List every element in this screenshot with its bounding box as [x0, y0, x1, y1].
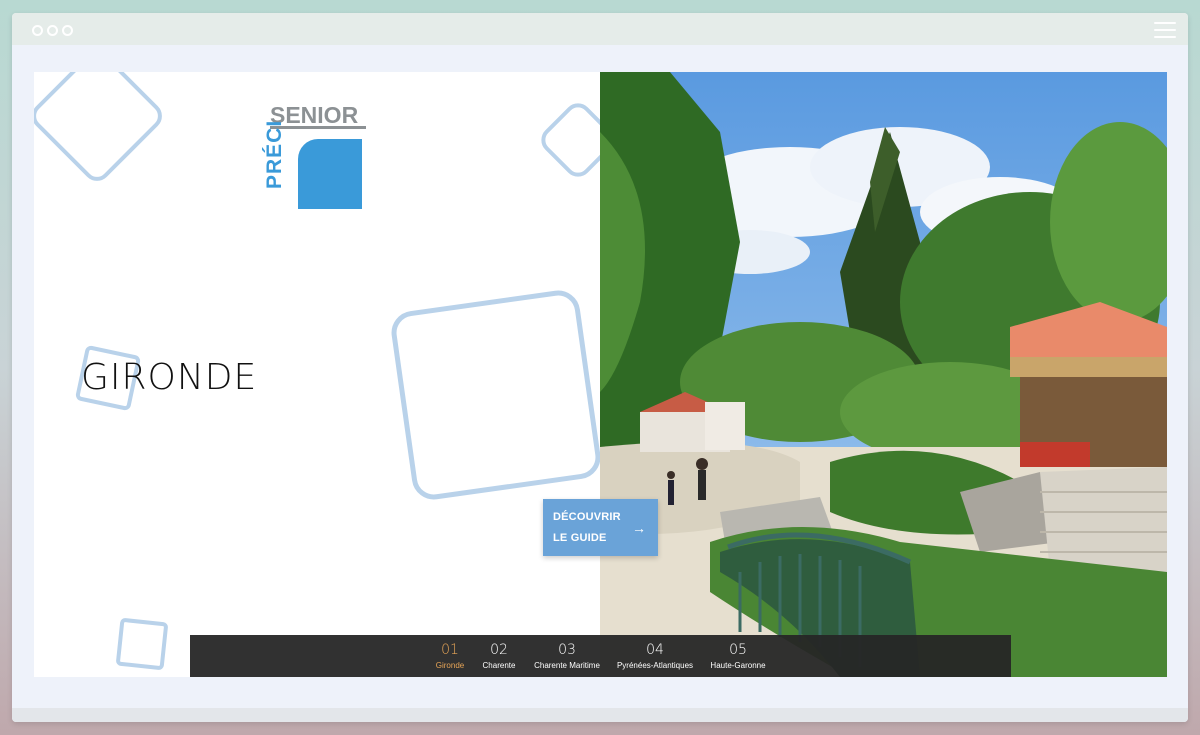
left-panel: SENIOR PRÉCI GIRONDE — [34, 72, 601, 677]
region-title: GIRONDE — [81, 357, 258, 398]
browser-toolbar — [12, 13, 1188, 45]
tab-number: 01 — [441, 642, 459, 658]
tab-number: 03 — [558, 642, 576, 658]
decorative-square — [535, 97, 601, 183]
cta-label-line1: DÉCOUVRIR — [553, 511, 621, 523]
tab-number: 04 — [646, 642, 664, 658]
decorative-square — [115, 617, 169, 671]
decorative-square — [388, 287, 601, 503]
tab-label: Pyrénées-Atlantiques — [616, 661, 694, 670]
tab-label: Charente — [482, 661, 516, 670]
tab-haute-garonne[interactable]: 05 Haute-Garonne — [708, 635, 768, 677]
browser-window: SENIOR PRÉCI GIRONDE DÉCOUVRIR LE GUIDE … — [12, 13, 1188, 722]
window-dot-icon[interactable] — [47, 25, 58, 36]
tab-charente-maritime[interactable]: 03 Charente Maritime — [532, 635, 602, 677]
page-content: SENIOR PRÉCI GIRONDE DÉCOUVRIR LE GUIDE … — [34, 72, 1167, 677]
tab-pyrenees-atlantiques[interactable]: 04 Pyrénées-Atlantiques — [616, 635, 694, 677]
region-tabs: 01 Gironde 02 Charente 03 Charente Marit… — [190, 635, 1011, 677]
tab-charente[interactable]: 02 Charente — [477, 635, 521, 677]
window-dot-icon[interactable] — [62, 25, 73, 36]
cta-label-line2: LE GUIDE — [553, 532, 607, 544]
tab-label: Haute-Garonne — [710, 661, 766, 670]
logo-text-preci: PRÉCI — [263, 119, 286, 189]
hamburger-menu-icon[interactable] — [1154, 22, 1176, 38]
arrow-right-icon: → — [632, 520, 646, 536]
tab-gironde[interactable]: 01 Gironde — [430, 635, 470, 677]
logo-square — [298, 139, 362, 209]
tab-label: Charente Maritime — [534, 661, 600, 670]
tab-label: Gironde — [435, 661, 465, 670]
discover-guide-button[interactable]: DÉCOUVRIR LE GUIDE → — [543, 499, 658, 556]
browser-bottom-bar — [12, 708, 1188, 722]
decorative-square — [34, 72, 168, 187]
tab-number: 02 — [490, 642, 508, 658]
park-photo-illustration — [600, 72, 1167, 677]
tab-number: 05 — [729, 642, 747, 658]
brand-logo[interactable]: SENIOR PRÉCI — [263, 102, 368, 209]
window-dot-icon[interactable] — [32, 25, 43, 36]
hero-photo — [600, 72, 1167, 677]
